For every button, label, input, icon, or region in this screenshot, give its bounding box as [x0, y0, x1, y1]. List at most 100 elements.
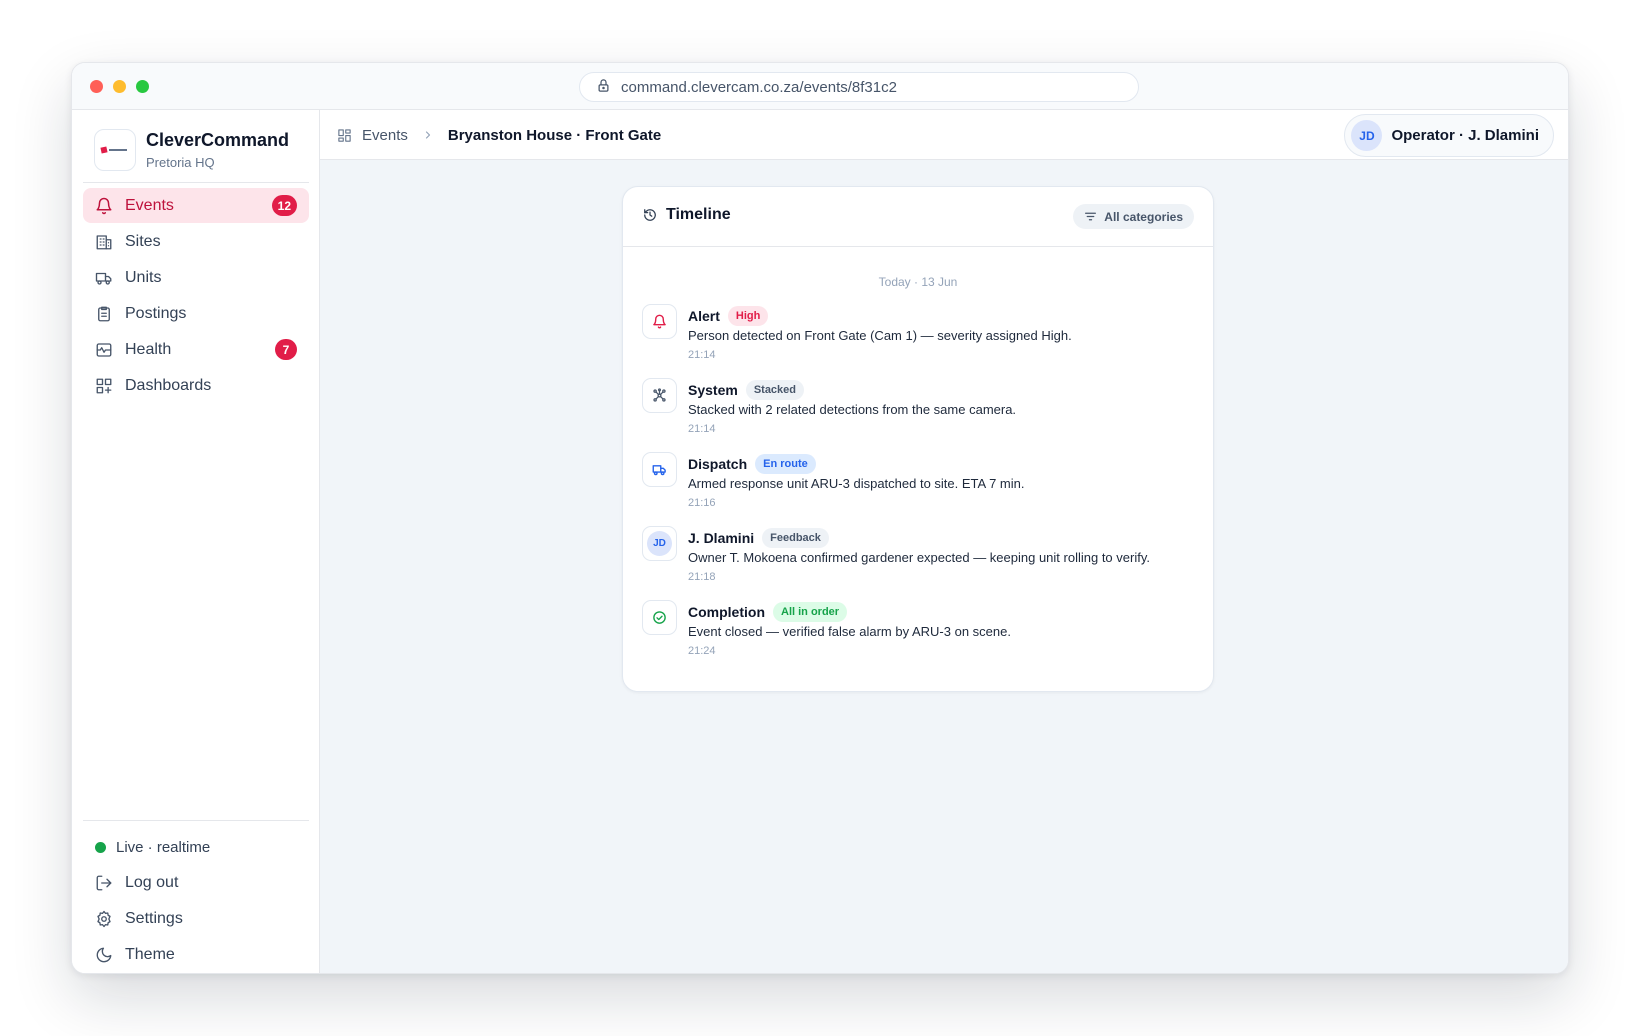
- avatar: JD: [1351, 120, 1383, 151]
- timeline-title-text: Timeline: [666, 206, 731, 223]
- main-area: Events Bryanston House · Front Gate JD O…: [320, 110, 1568, 973]
- breadcrumb-current: Bryanston House · Front Gate: [447, 126, 662, 144]
- timeline-card: Timeline All categories Today · 13 Jun A…: [622, 186, 1214, 692]
- truck-icon: [642, 452, 677, 487]
- timeline-event[interactable]: Dispatch En route Armed response unit AR…: [642, 452, 1202, 518]
- sidebar-item-units[interactable]: Units: [83, 260, 309, 295]
- event-tag: En route: [755, 454, 816, 474]
- address-bar[interactable]: command.clevercam.co.za/events/8f31c2: [579, 72, 1139, 102]
- timeline-event[interactable]: Completion All in order Event closed — v…: [642, 600, 1202, 666]
- truck-icon: [95, 269, 113, 287]
- minimize-window-button[interactable]: [113, 80, 126, 93]
- sidebar: CleverCommand Pretoria HQ Events 12 Site…: [72, 110, 320, 973]
- brand-name: CleverCommand: [146, 130, 290, 150]
- sidebar-item-health[interactable]: Health 7: [83, 332, 309, 367]
- brand-logo: [94, 129, 136, 171]
- live-status-text: Live · realtime: [116, 838, 211, 856]
- event-tag: All in order: [773, 602, 848, 622]
- timeline-event[interactable]: JD J. Dlamini Feedback Owner T. Mokoena …: [642, 526, 1202, 592]
- event-title-text: System: [688, 382, 738, 398]
- event-title: Alert High: [688, 306, 769, 326]
- timeline-header: Timeline All categories: [623, 187, 1213, 247]
- breadcrumb-events-link[interactable]: Events: [362, 127, 408, 144]
- moon-icon: [95, 946, 113, 964]
- sidebar-item-label: Health: [125, 340, 172, 358]
- timeline-title: Timeline: [643, 206, 731, 224]
- timeline-event[interactable]: Alert High Person detected on Front Gate…: [642, 304, 1202, 370]
- live-status: Live · realtime: [83, 829, 309, 865]
- health-count-badge: 7: [275, 339, 297, 360]
- chevron-right-icon: [422, 129, 434, 141]
- alert-event-icon: [642, 304, 677, 339]
- browser-window: command.clevercam.co.za/events/8f31c2 Cl…: [71, 62, 1569, 974]
- browser-titlebar: command.clevercam.co.za/events/8f31c2: [72, 63, 1568, 110]
- bell-icon: [95, 197, 113, 215]
- close-window-button[interactable]: [90, 80, 103, 93]
- sidebar-footer: Live · realtime Log out Settings Theme: [83, 820, 309, 973]
- operator-label: Operator · J. Dlamini: [1391, 127, 1539, 144]
- maximize-window-button[interactable]: [136, 80, 149, 93]
- operator-menu[interactable]: JD Operator · J. Dlamini: [1344, 114, 1554, 157]
- filter-label: All categories: [1104, 209, 1183, 224]
- timeline-event[interactable]: System Stacked Stacked with 2 related de…: [642, 378, 1202, 444]
- settings-button[interactable]: Settings: [83, 901, 309, 937]
- sidebar-item-label: Sites: [125, 232, 161, 250]
- logout-label: Log out: [125, 874, 179, 891]
- live-status-dot: [95, 841, 106, 853]
- event-title-text: Alert: [688, 308, 720, 324]
- brand-block: CleverCommand Pretoria HQ: [83, 110, 309, 183]
- theme-label: Theme: [125, 946, 175, 963]
- event-title: J. Dlamini Feedback: [688, 528, 829, 548]
- event-description: Owner T. Mokoena confirmed gardener expe…: [688, 550, 1150, 565]
- event-title-text: Completion: [688, 604, 765, 620]
- event-time: 21:16: [688, 497, 716, 509]
- sidebar-item-events[interactable]: Events 12: [83, 188, 309, 223]
- url-text: command.clevercam.co.za/events/8f31c2: [621, 78, 897, 96]
- event-description: Event closed — verified false alarm by A…: [688, 624, 1011, 639]
- sidebar-item-label: Events: [125, 196, 174, 214]
- event-title-text: Dispatch: [688, 456, 748, 472]
- event-title: Completion All in order: [688, 602, 848, 622]
- event-time: 21:14: [688, 349, 716, 361]
- brand-subtitle: Pretoria HQ: [146, 155, 215, 170]
- event-time: 21:24: [688, 645, 716, 657]
- author-initials: JD: [647, 531, 672, 556]
- sidebar-item-dashboards[interactable]: Dashboards: [83, 368, 309, 403]
- gear-icon: [95, 910, 113, 928]
- top-bar: Events Bryanston House · Front Gate JD O…: [320, 110, 1568, 160]
- network-icon: [642, 378, 677, 413]
- category-filter-button[interactable]: All categories: [1073, 204, 1194, 229]
- event-description: Stacked with 2 related detections from t…: [688, 402, 1017, 417]
- sidebar-nav: Events 12 Sites Units Postings Health 7 …: [83, 188, 309, 404]
- theme-button[interactable]: Theme: [83, 937, 309, 973]
- event-time: 21:14: [688, 423, 716, 435]
- event-time: 21:18: [688, 571, 716, 583]
- sidebar-item-label: Dashboards: [125, 376, 212, 394]
- event-tag: Stacked: [745, 380, 805, 400]
- avatar: JD: [642, 526, 677, 561]
- settings-label: Settings: [125, 910, 183, 927]
- severity-tag: High: [727, 306, 769, 326]
- event-title: System Stacked: [688, 380, 805, 400]
- breadcrumb: Events Bryanston House · Front Gate: [337, 110, 661, 160]
- event-description: Armed response unit ARU-3 dispatched to …: [688, 476, 1025, 491]
- event-title: Dispatch En route: [688, 454, 816, 474]
- grid-icon: [337, 128, 362, 143]
- clipboard-icon: [95, 305, 113, 323]
- pulse-icon: [95, 341, 113, 359]
- sidebar-item-label: Units: [125, 268, 162, 286]
- check-circle-icon: [642, 600, 677, 635]
- event-tag: Feedback: [762, 528, 829, 548]
- event-title-text: J. Dlamini: [688, 530, 755, 546]
- filter-icon: [1084, 210, 1097, 223]
- logout-button[interactable]: Log out: [83, 865, 309, 901]
- lock-icon: [596, 78, 611, 97]
- sidebar-item-sites[interactable]: Sites: [83, 224, 309, 259]
- history-icon: [643, 208, 657, 222]
- day-divider: Today · 13 Jun: [878, 275, 958, 289]
- building-icon: [95, 233, 113, 251]
- events-count-badge: 12: [271, 195, 297, 216]
- sidebar-item-label: Postings: [125, 304, 187, 322]
- event-description: Person detected on Front Gate (Cam 1) — …: [688, 328, 1072, 343]
- sidebar-item-postings[interactable]: Postings: [83, 296, 309, 331]
